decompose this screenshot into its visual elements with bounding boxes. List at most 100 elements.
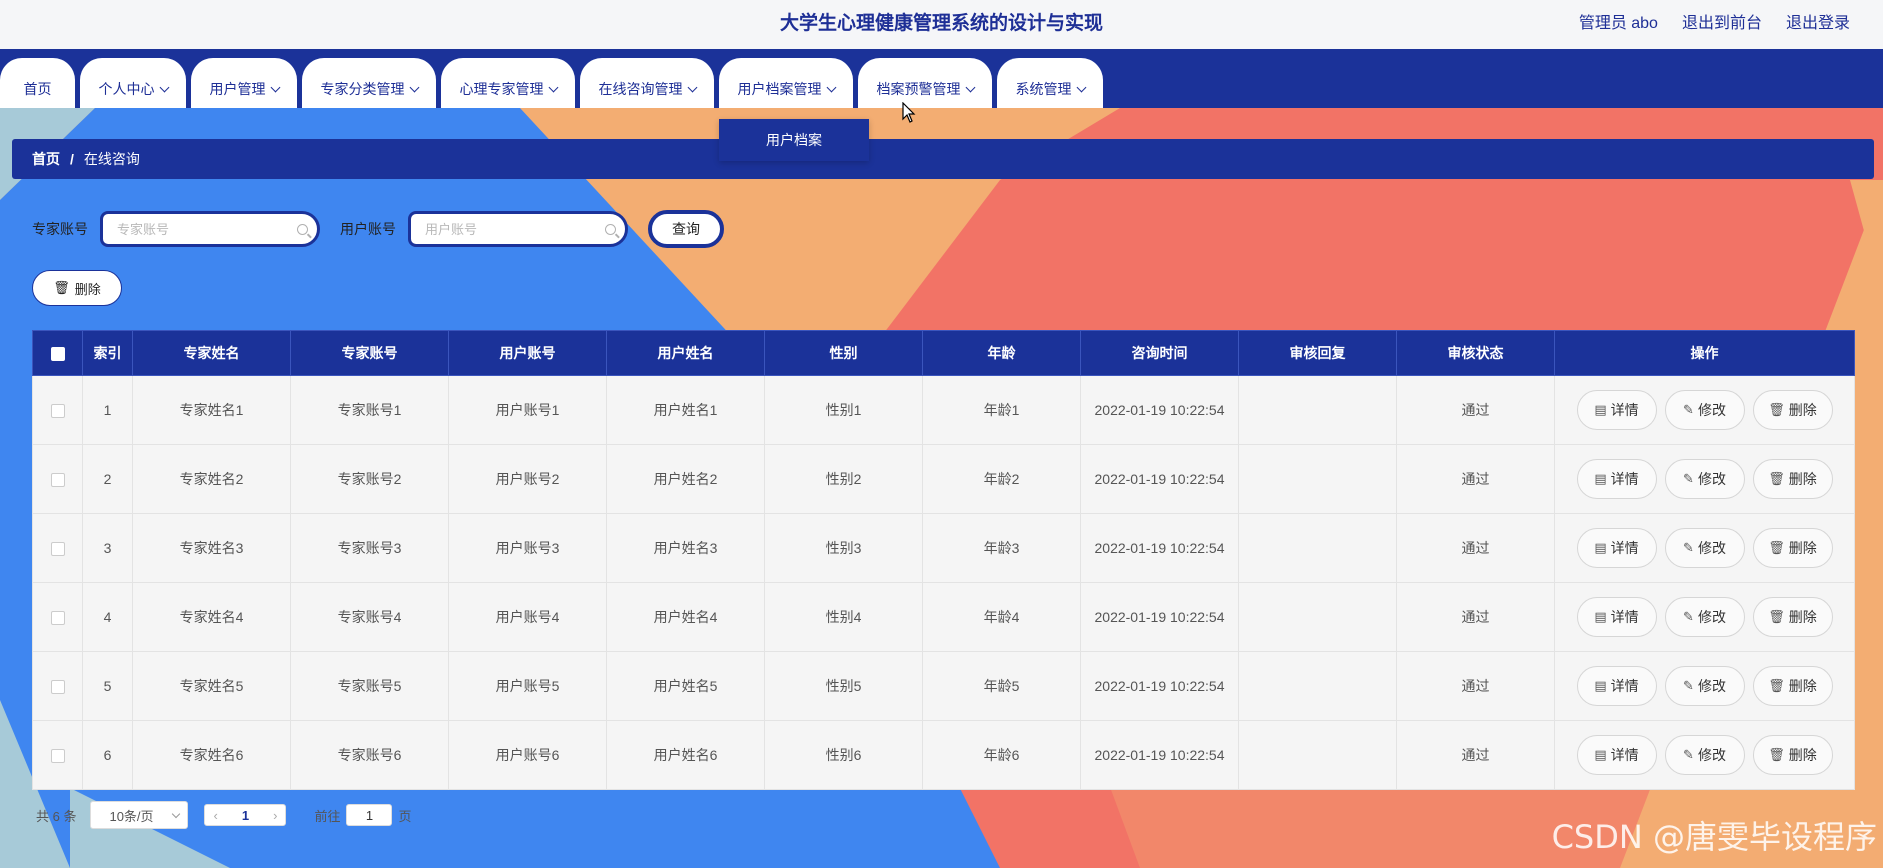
edit-button[interactable]: ✎ 修改 [1664, 735, 1745, 775]
delete-label: 删除 [1788, 747, 1817, 763]
detail-label: 详情 [1610, 402, 1639, 418]
gender-cell: 性别4 [764, 582, 923, 652]
column-header[interactable]: 用户姓名 [606, 330, 765, 376]
column-header[interactable]: 专家姓名 [132, 330, 291, 376]
table-row[interactable]: 2 专家姓名2 专家账号2 用户账号2 用户姓名2 性别2 年龄2 2022-0… [32, 444, 1855, 514]
batch-delete-button[interactable]: 🗑 删除 [32, 270, 122, 306]
review-reply-cell [1238, 651, 1397, 721]
detail-button[interactable]: ▤ 详情 [1576, 597, 1657, 637]
column-header[interactable]: 审核状态 [1396, 330, 1555, 376]
document-icon: ▤ [1594, 609, 1607, 624]
detail-button[interactable]: ▤ 详情 [1576, 390, 1657, 430]
row-checkbox[interactable] [50, 404, 65, 419]
current-page[interactable]: 1 [242, 808, 249, 823]
row-select-cell [32, 651, 83, 721]
breadcrumb-separator: / [70, 151, 74, 167]
main-nav: 首页 个人中心 用户管理 专家分类管理 心理专家管理 在线咨询管理 用户档案管理… [0, 49, 1883, 108]
detail-button[interactable]: ▤ 详情 [1576, 528, 1657, 568]
expert-account-field[interactable] [100, 211, 320, 247]
delete-label: 删除 [1788, 609, 1817, 625]
detail-label: 详情 [1610, 678, 1639, 694]
edit-button[interactable]: ✎ 修改 [1664, 666, 1745, 706]
table-row[interactable]: 5 专家姓名5 专家账号5 用户账号5 用户姓名5 性别5 年龄5 2022-0… [32, 651, 1855, 721]
column-header[interactable]: 索引 [82, 330, 133, 376]
exit-to-front-link[interactable]: 退出到前台 [1682, 9, 1762, 33]
column-header[interactable]: 用户账号 [448, 330, 607, 376]
table-row[interactable]: 1 专家姓名1 专家账号1 用户账号1 用户姓名1 性别1 年龄1 2022-0… [32, 375, 1855, 445]
nav-item-user-management[interactable]: 用户管理 [191, 58, 297, 108]
goto-page-input[interactable]: 1 [346, 804, 393, 826]
nav-item-personal-center[interactable]: 个人中心 [80, 58, 186, 108]
row-checkbox[interactable] [50, 749, 65, 764]
chevron-down-icon [826, 82, 836, 92]
edit-button[interactable]: ✎ 修改 [1664, 597, 1745, 637]
detail-button[interactable]: ▤ 详情 [1576, 666, 1657, 706]
prev-page-icon[interactable]: ‹ [213, 808, 217, 823]
page-size-select[interactable]: 10条/页 [90, 801, 189, 829]
edit-button[interactable]: ✎ 修改 [1664, 459, 1745, 499]
edit-button[interactable]: ✎ 修改 [1664, 528, 1745, 568]
trash-icon: 🗑 [53, 280, 70, 295]
nav-item-user-archive[interactable]: 用户档案管理 [719, 58, 853, 108]
detail-button[interactable]: ▤ 详情 [1576, 735, 1657, 775]
delete-button[interactable]: 🗑 删除 [1752, 528, 1833, 568]
review-reply-cell [1238, 720, 1397, 790]
edit-button[interactable]: ✎ 修改 [1664, 390, 1745, 430]
delete-button[interactable]: 🗑 删除 [1752, 459, 1833, 499]
gender-cell: 性别1 [764, 375, 923, 445]
select-all-checkbox[interactable] [50, 347, 65, 362]
nav-item-label: 专家分类管理 [320, 81, 405, 97]
user-account-input[interactable] [411, 214, 625, 244]
admin-user-label[interactable]: 管理员 abo [1579, 9, 1658, 33]
detail-button[interactable]: ▤ 详情 [1576, 459, 1657, 499]
dropdown-item-user-archive[interactable]: 用户档案 [719, 119, 869, 161]
column-header[interactable]: 审核回复 [1238, 330, 1397, 376]
column-header[interactable]: 性别 [764, 330, 923, 376]
trash-icon: 🗑 [1768, 747, 1785, 762]
chevron-down-icon [548, 82, 558, 92]
breadcrumb-home[interactable]: 首页 [32, 149, 60, 169]
expert-account-cell: 专家账号4 [290, 582, 449, 652]
age-cell: 年龄4 [922, 582, 1081, 652]
column-header: 操作 [1554, 330, 1855, 376]
delete-label: 删除 [1788, 402, 1817, 418]
consult-time-cell: 2022-01-19 10:22:54 [1080, 444, 1239, 514]
age-cell: 年龄2 [922, 444, 1081, 514]
column-header[interactable]: 专家账号 [290, 330, 449, 376]
delete-button[interactable]: 🗑 删除 [1752, 390, 1833, 430]
row-checkbox[interactable] [50, 542, 65, 557]
nav-item-archive-warning[interactable]: 档案预警管理 [858, 58, 992, 108]
table-row[interactable]: 3 专家姓名3 专家账号3 用户账号3 用户姓名3 性别3 年龄3 2022-0… [32, 513, 1855, 583]
user-name-cell: 用户姓名5 [606, 651, 765, 721]
expert-account-input[interactable] [103, 214, 317, 244]
actions-cell: ▤ 详情 ✎ 修改 🗑 删除 [1554, 444, 1855, 514]
trash-icon: 🗑 [1768, 678, 1785, 693]
next-page-icon[interactable]: › [273, 808, 277, 823]
row-checkbox[interactable] [50, 680, 65, 695]
nav-item-home[interactable]: 首页 [0, 58, 75, 108]
delete-button[interactable]: 🗑 删除 [1752, 735, 1833, 775]
goto-label: 前往 [314, 808, 341, 824]
row-checkbox[interactable] [50, 611, 65, 626]
table-row[interactable]: 4 专家姓名4 专家账号4 用户账号4 用户姓名4 性别4 年龄4 2022-0… [32, 582, 1855, 652]
row-checkbox[interactable] [50, 473, 65, 488]
delete-button[interactable]: 🗑 删除 [1752, 666, 1833, 706]
query-button[interactable]: 查询 [648, 210, 724, 248]
nav-item-system[interactable]: 系统管理 [997, 58, 1103, 108]
nav-item-online-consult[interactable]: 在线咨询管理 [580, 58, 714, 108]
column-header[interactable]: 年龄 [922, 330, 1081, 376]
nav-item-expert-category[interactable]: 专家分类管理 [302, 58, 436, 108]
edit-label: 修改 [1697, 471, 1726, 487]
logout-link[interactable]: 退出登录 [1786, 9, 1850, 33]
user-account-field[interactable] [408, 211, 628, 247]
chevron-down-icon [409, 82, 419, 92]
pencil-icon: ✎ [1683, 471, 1694, 486]
nav-item-label: 档案预警管理 [876, 81, 961, 97]
pencil-icon: ✎ [1683, 678, 1694, 693]
column-header[interactable]: 咨询时间 [1080, 330, 1239, 376]
chevron-down-icon [172, 809, 181, 818]
table-row[interactable]: 6 专家姓名6 专家账号6 用户账号6 用户姓名6 性别6 年龄6 2022-0… [32, 720, 1855, 790]
pagination: 共 6 条 10条/页 ‹ 1 › 前往 1 页 [36, 801, 412, 829]
delete-button[interactable]: 🗑 删除 [1752, 597, 1833, 637]
nav-item-psych-expert[interactable]: 心理专家管理 [441, 58, 575, 108]
